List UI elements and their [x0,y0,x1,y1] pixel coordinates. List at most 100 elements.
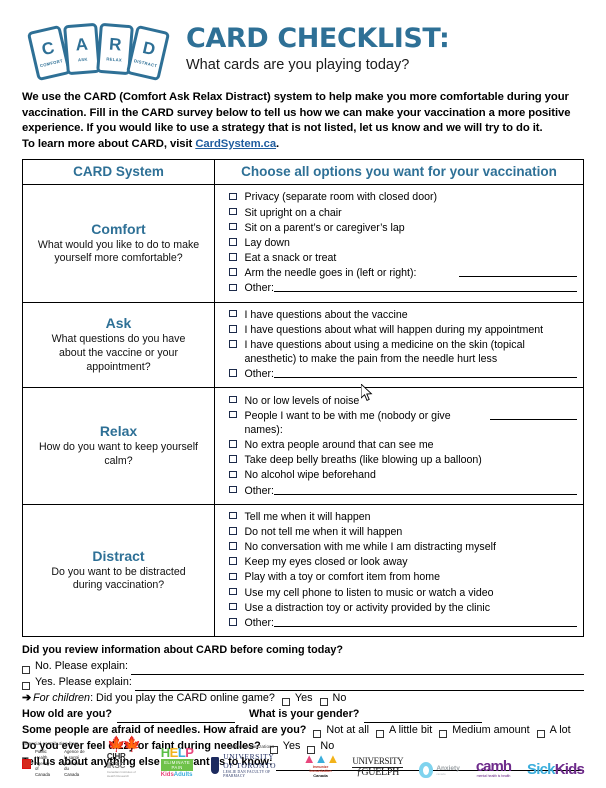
write-in-line[interactable] [273,616,577,627]
camh-name: camh [475,757,512,775]
checkbox-icon[interactable] [229,618,237,626]
option-row[interactable]: Sit on a parent’s or caregiver’s lap [229,221,577,235]
checkbox-icon[interactable] [229,222,237,231]
checkbox-icon[interactable] [229,602,237,611]
checkbox-icon[interactable] [229,410,237,419]
option-row[interactable]: Lay down [229,236,577,250]
anxiety-swirl-icon [419,762,434,778]
option-row[interactable]: Sit upright on a chair [229,206,577,220]
section-name: Ask [105,315,132,332]
anxiety-sub: canada [436,771,446,776]
review-yes-row[interactable]: Yes. Please explain: [22,675,584,692]
option-row[interactable]: Other: [229,484,577,498]
checkbox-icon[interactable] [229,207,237,216]
page-subtitle: What cards are you playing today? [186,56,410,73]
option-row[interactable]: No extra people around that can see me [229,438,577,452]
checkbox-icon[interactable] [281,698,290,707]
camh-tagline: mental health is health [476,774,511,778]
option-row[interactable]: People I want to be with me (nobody or g… [229,409,577,437]
write-in-line[interactable] [273,367,577,379]
checkbox-icon[interactable] [229,309,237,318]
checkbox-icon[interactable] [229,572,237,581]
option-row[interactable]: Arm the needle goes in (left or right): [229,266,577,280]
cihr-text: CIHR [106,752,126,761]
option-row[interactable]: No conversation with me while I am distr… [229,540,577,554]
option-label: Play with a toy or comfort item from hom… [244,571,440,584]
option-row[interactable]: Tell me when it will happen [229,510,577,524]
checkbox-icon[interactable] [22,682,30,691]
checkbox-icon[interactable] [229,587,237,596]
card-logo: C COMFORT A ASK R RELAX D DISTRACT [22,20,172,82]
table-header-card-system: CARD System [22,159,215,186]
checkbox-icon[interactable] [229,268,237,276]
option-row[interactable]: I have questions about the vaccine [229,308,577,322]
logo-card-letter: R [108,34,123,55]
section-question: Do you want to be distracted during vacc… [51,565,186,592]
option-row[interactable]: Other: [229,616,577,630]
checkbox-icon[interactable] [229,542,237,550]
option-label: Arm the needle goes in (left or right): [244,267,417,280]
option-label: Other: [244,282,274,295]
page-title: CARD CHECKLIST: [186,23,450,55]
option-row[interactable]: Use a distraction toy or activity provid… [229,601,577,615]
section-relax-info: Relax How do you want to keep yourself c… [22,387,215,505]
children-game-row: ➔ For children : Did you play the CARD o… [22,691,584,707]
write-in-line[interactable] [489,409,577,420]
checkbox-icon[interactable] [229,485,237,494]
checkbox-icon[interactable] [229,192,237,201]
review-no-row[interactable]: No. Please explain: [22,659,584,676]
table-row: Comfort What would you like to do to mak… [22,184,584,303]
logo-card-letter: D [140,37,158,60]
checkbox-icon[interactable] [319,698,328,707]
checkbox-icon[interactable] [229,511,237,520]
option-row[interactable]: Use my cell phone to listen to music or … [229,586,577,600]
checkbox-icon[interactable] [229,470,237,479]
intro-line-3: experience. If you would like to use a s… [22,122,543,135]
checkbox-icon[interactable] [229,238,237,246]
option-row[interactable]: Other: [229,367,577,381]
write-in-line[interactable] [131,664,584,676]
checkbox-icon[interactable] [229,440,237,448]
section-name: Comfort [91,220,146,237]
section-ask-options: I have questions about the vaccine I hav… [214,301,584,389]
checkbox-icon[interactable] [229,557,237,565]
option-label: Privacy (separate room with closed door) [244,191,438,204]
checkbox-icon[interactable] [229,325,237,333]
phac-english-label: Public Health Agency of Canada [35,749,51,778]
option-row[interactable]: Privacy (separate room with closed door) [229,190,577,204]
option-row[interactable]: Take deep belly breaths (like blowing up… [229,453,577,467]
write-in-line[interactable] [134,680,584,692]
write-in-line[interactable] [459,266,577,278]
checkbox-icon[interactable] [229,253,237,261]
option-label: Do not tell me when it will happen [244,525,403,538]
children-game-question: : Did you play the CARD online game? [90,692,275,705]
card-checklist-page: C COMFORT A ASK R RELAX D DISTRACT CARD … [0,0,606,788]
checkbox-icon[interactable] [229,283,237,292]
option-row[interactable]: Play with a toy or comfort item from hom… [229,570,577,584]
option-row[interactable]: Do not tell me when it will happen [229,525,577,539]
cihr-logo: 🍁🍁 CIHR IRSC Canadian Institutes of Heal… [106,737,142,778]
option-row[interactable]: Keep my eyes closed or look away [229,555,577,569]
cardsystem-link[interactable]: CardSystem.ca [195,138,276,150]
section-name: Relax [99,423,138,440]
people-icon: ▲▲▲ [302,751,340,766]
guelph-line-2: ƒGUELPH [356,766,400,778]
checkbox-icon[interactable] [229,340,237,348]
section-relax-options: No or low levels of noise People I want … [214,387,584,505]
option-row[interactable]: I have questions about what will happen … [229,323,577,337]
option-label: Lay down [244,236,290,249]
option-row[interactable]: Eat a snack or treat [229,251,577,265]
option-row[interactable]: No or low levels of noise [229,394,577,408]
checkbox-icon[interactable] [229,369,237,377]
logo-card-sublabel: ASK [77,56,88,63]
checkbox-icon[interactable] [229,395,237,404]
checkbox-icon[interactable] [229,455,237,463]
checkbox-icon[interactable] [229,527,237,535]
option-row[interactable]: I have questions about using a medicine … [229,338,577,366]
option-row[interactable]: No alcohol wipe beforehand [229,468,577,482]
write-in-line[interactable] [273,484,577,495]
option-row[interactable]: Other: [229,281,577,295]
write-in-line[interactable] [273,281,577,293]
option-label: Other: [244,616,274,629]
checkbox-icon[interactable] [22,666,30,675]
